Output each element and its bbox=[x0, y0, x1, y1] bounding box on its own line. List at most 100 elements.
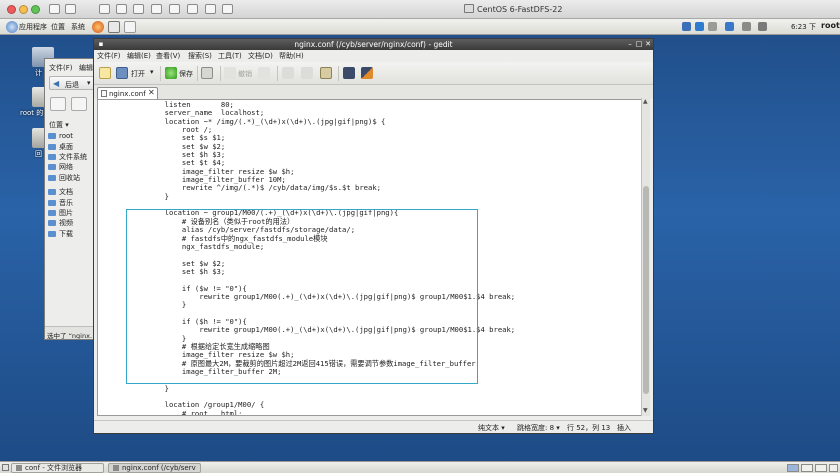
gedit-menu-item[interactable]: 工具(T) bbox=[218, 51, 242, 61]
places-item[interactable]: 文档 bbox=[45, 187, 97, 197]
workspace-3[interactable] bbox=[815, 464, 827, 472]
volume-icon[interactable] bbox=[758, 22, 767, 31]
show-desktop-icon[interactable] bbox=[2, 464, 9, 471]
task-file-browser[interactable]: conf - 文件浏览器 bbox=[11, 463, 104, 473]
nautilus-status: 选中了 “nginx. bbox=[45, 326, 97, 339]
desktop-label-trash: 回 bbox=[35, 150, 42, 158]
folder-icon bbox=[48, 189, 56, 196]
find-icon[interactable] bbox=[343, 67, 355, 79]
desktop-label-computer: 计 bbox=[35, 69, 42, 77]
gedit-menu-item[interactable]: 文件(F) bbox=[97, 51, 121, 61]
tray-display-icon[interactable] bbox=[708, 22, 717, 31]
tab-width-selector[interactable]: 跳格宽度: 8 ▾ bbox=[517, 423, 560, 433]
network-status-icon[interactable] bbox=[742, 22, 751, 31]
pause-icon[interactable] bbox=[65, 4, 76, 14]
close-window-button[interactable] bbox=[7, 5, 16, 14]
minimize-window-button[interactable] bbox=[19, 5, 28, 14]
host-titlebar: CentOS 6-FastDFS-22 bbox=[0, 0, 840, 19]
tab-close-icon[interactable]: ✕ bbox=[148, 88, 155, 97]
disk-icon[interactable] bbox=[133, 4, 144, 14]
undo-icon[interactable] bbox=[224, 67, 236, 79]
cut-icon[interactable] bbox=[282, 67, 294, 79]
folder-icon bbox=[48, 199, 56, 206]
firefox-icon[interactable] bbox=[92, 21, 104, 33]
view-icon[interactable] bbox=[71, 97, 87, 111]
edit-icon[interactable] bbox=[50, 97, 66, 111]
panel-clock[interactable]: 6:23 下 bbox=[791, 22, 816, 32]
workspace-4[interactable] bbox=[829, 464, 838, 472]
places-item[interactable]: 回收站 bbox=[45, 173, 97, 183]
toolbar-separator bbox=[220, 66, 221, 81]
folder-icon bbox=[48, 133, 56, 140]
tray-bluetooth-icon[interactable] bbox=[695, 22, 704, 31]
notes-icon[interactable] bbox=[124, 21, 136, 33]
usb-icon[interactable] bbox=[205, 4, 216, 14]
find-replace-icon[interactable] bbox=[361, 67, 373, 79]
save-button[interactable]: 保存 bbox=[179, 69, 193, 79]
menu-applications[interactable]: 应用程序 bbox=[19, 22, 47, 32]
gedit-menu-item[interactable]: 帮助(H) bbox=[279, 51, 304, 61]
sidebar-icon[interactable] bbox=[49, 4, 60, 14]
scroll-thumb[interactable] bbox=[643, 186, 649, 394]
places-item[interactable]: 网络 bbox=[45, 162, 97, 172]
places-item[interactable]: 音乐 bbox=[45, 197, 97, 207]
minimize-icon[interactable]: – bbox=[626, 40, 634, 48]
open-dropdown-icon[interactable]: ▾ bbox=[150, 68, 154, 76]
places-item[interactable]: 文件系统 bbox=[45, 152, 97, 162]
folder-icon bbox=[48, 220, 56, 227]
menu-places[interactable]: 位置 bbox=[51, 22, 65, 32]
new-file-icon[interactable] bbox=[99, 67, 111, 79]
zoom-window-button[interactable] bbox=[31, 5, 40, 14]
bottom-taskbar: conf - 文件浏览器 nginx.conf (/cyb/serv bbox=[0, 461, 840, 473]
panel-user[interactable]: root bbox=[821, 21, 840, 30]
save-icon[interactable] bbox=[165, 67, 177, 79]
open-button[interactable]: 打开 bbox=[131, 69, 145, 79]
scroll-up-icon[interactable]: ▲ bbox=[643, 98, 648, 105]
camera-icon[interactable] bbox=[151, 4, 162, 14]
print-icon[interactable] bbox=[201, 67, 213, 79]
sound-icon[interactable] bbox=[169, 4, 180, 14]
desktop-label-home: root 的 bbox=[20, 109, 44, 117]
gedit-titlebar: nginx.conf (/cyb/server/nginx/conf) - ge… bbox=[94, 39, 653, 50]
settings-icon[interactable] bbox=[222, 4, 233, 14]
gedit-menu-item[interactable]: 搜索(S) bbox=[188, 51, 212, 61]
gedit-menu-item[interactable]: 查看(V) bbox=[156, 51, 180, 61]
menu-system[interactable]: 系统 bbox=[71, 22, 85, 32]
fullscreen-icon[interactable] bbox=[187, 4, 198, 14]
undo-button[interactable]: 撤销 bbox=[238, 69, 252, 79]
gedit-menu-item[interactable]: 文档(D) bbox=[248, 51, 273, 61]
folder-icon bbox=[48, 143, 56, 150]
places-dropdown[interactable]: 位置 ▾ bbox=[49, 120, 69, 130]
tray-wifi-icon[interactable] bbox=[682, 22, 691, 31]
code-line: # root html; bbox=[130, 408, 243, 416]
text-editor[interactable]: listen 80; server_name localhost; locati… bbox=[97, 99, 645, 416]
places-item[interactable]: root bbox=[45, 131, 97, 141]
insert-mode: 插入 bbox=[617, 424, 631, 432]
mail-icon[interactable] bbox=[108, 21, 120, 33]
places-item[interactable]: 桌面 bbox=[45, 141, 97, 151]
close-icon[interactable]: ✕ bbox=[644, 40, 652, 48]
paste-icon[interactable] bbox=[320, 67, 332, 79]
redo-icon[interactable] bbox=[258, 67, 270, 79]
nautilus-menu-file[interactable]: 文件(F) bbox=[49, 63, 73, 73]
nautilus-menu-edit[interactable]: 编辑 bbox=[79, 63, 93, 73]
places-item[interactable]: 下载 bbox=[45, 229, 97, 239]
window-menu-icon[interactable]: ▪ bbox=[97, 40, 105, 48]
network-icon[interactable] bbox=[116, 4, 127, 14]
task-gedit[interactable]: nginx.conf (/cyb/serv bbox=[108, 463, 201, 473]
places-item[interactable]: 图片 bbox=[45, 208, 97, 218]
folder-icon bbox=[48, 230, 56, 237]
workspace-1[interactable] bbox=[787, 464, 799, 472]
places-item[interactable]: 视频 bbox=[45, 218, 97, 228]
bluetooth-icon[interactable] bbox=[725, 22, 734, 31]
scroll-down-icon[interactable]: ▼ bbox=[643, 407, 648, 414]
language-selector[interactable]: 纯文本 ▾ bbox=[478, 423, 505, 433]
open-icon[interactable] bbox=[116, 67, 128, 79]
vertical-scrollbar[interactable]: ▲ ▼ bbox=[641, 98, 650, 416]
maximize-icon[interactable]: □ bbox=[635, 40, 643, 48]
back-button[interactable]: ◀ 后退 ▾ bbox=[49, 76, 95, 90]
workspace-2[interactable] bbox=[801, 464, 813, 472]
wrench-icon[interactable] bbox=[99, 4, 110, 14]
copy-icon[interactable] bbox=[301, 67, 313, 79]
gedit-menu-item[interactable]: 编辑(E) bbox=[127, 51, 151, 61]
